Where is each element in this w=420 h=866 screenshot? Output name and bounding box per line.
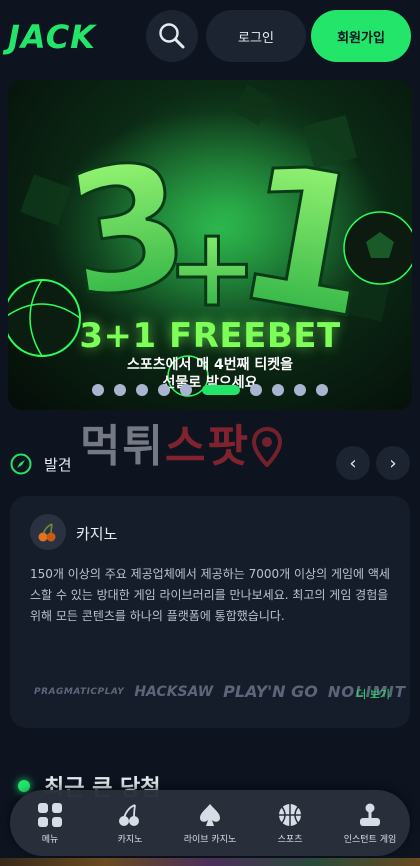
search-button[interactable] [146,10,198,62]
cherry-icon [38,523,56,542]
basketball-icon [279,803,301,826]
spade-icon [200,803,220,826]
cherry-icon [119,803,139,826]
carousel-dot[interactable] [158,384,170,396]
carousel-dot[interactable] [250,384,262,396]
chevron-right-icon: › [389,452,397,474]
casino-card[interactable]: 카지노 150개 이상의 주요 제공업체에서 제공하는 7000개 이상의 게임… [10,496,410,728]
live-dot-icon [18,780,30,792]
nav-label-instant-games: 인스턴트 게임 [343,834,397,845]
search-icon [159,23,185,49]
login-button[interactable]: 로그인 [206,10,306,62]
carousel-dot[interactable] [136,384,148,396]
discover-section-header: 발견 ‹ › [10,446,410,482]
carousel-dot[interactable] [294,384,306,396]
provider-logo: PLAY'N GO [223,682,318,701]
next-arrow-button[interactable]: › [376,446,410,480]
nav-label-casino: 카지노 [117,834,143,845]
carousel-dots [8,384,412,396]
nav-label-menu: 메뉴 [41,834,59,845]
see-more-link[interactable]: 더 보기 [356,686,390,702]
nav-item-sports[interactable]: 스포츠 [252,802,328,845]
compass-icon [10,453,32,475]
carousel-dot[interactable] [316,384,328,396]
carousel-dot[interactable] [114,384,126,396]
prev-arrow-button[interactable]: ‹ [336,446,370,480]
game-thumbnails-strip [0,858,420,866]
signup-button[interactable]: 회원가입 [311,10,411,62]
casino-card-title: 카지노 [76,525,118,543]
nav-item-menu[interactable]: 메뉴 [12,802,88,845]
casino-card-description: 150개 이상의 주요 제공업체에서 제공하는 7000개 이상의 게임에 액세… [30,567,390,623]
nav-item-casino[interactable]: 카지노 [92,802,168,845]
nav-item-live-casino[interactable]: 라이브 카지노 [172,802,248,845]
carousel-dot[interactable] [92,384,104,396]
casino-card-icon [30,514,66,550]
carousel-dot-active[interactable] [202,385,240,395]
discover-label: 발견 [44,456,72,474]
promo-banner[interactable]: 3 + 1 3+1 FREEBET 스포츠에서 매 4번째 티켓을 선물로 받으… [8,80,412,410]
chevron-left-icon: ‹ [349,452,357,474]
carousel-dot[interactable] [180,384,192,396]
provider-logo: HACKSAW [134,683,214,700]
nav-item-instant-games[interactable]: 인스턴트 게임 [332,802,408,845]
banner-subtitle-line1: 스포츠에서 매 4번째 티켓을 [126,357,294,373]
nav-label-live-casino: 라이브 카지노 [183,834,237,845]
carousel-dot[interactable] [272,384,284,396]
joystick-icon [360,803,380,826]
nav-label-sports: 스포츠 [277,834,303,845]
provider-logos: PRAGMATICPLAY HACKSAW PLAY'N GO NOLIMIT [34,682,406,701]
provider-logo: PRAGMATICPLAY [34,686,125,697]
banner-title: 3+1 FREEBET [79,316,341,356]
bottom-navigation: 메뉴 카지노 라이브 카지노 스포츠 인스턴트 게임 [10,790,410,856]
menu-grid-icon [38,802,62,827]
jack-logo[interactable]: JACK [8,18,96,56]
header: JACK 로그인 회원가입 [0,0,420,72]
